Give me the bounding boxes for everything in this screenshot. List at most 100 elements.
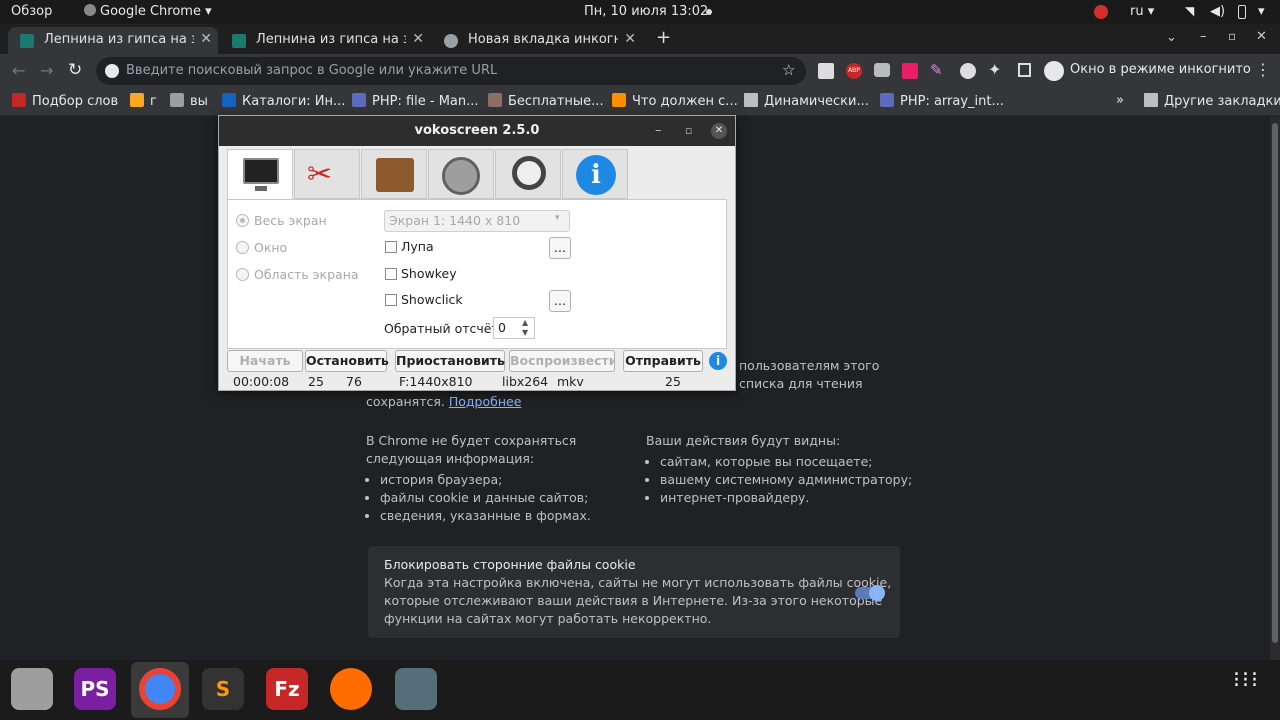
back-icon[interactable]: ← [12,61,25,80]
maximize-button[interactable]: ▫ [1228,29,1236,43]
bookmark-folder[interactable]: Динамически... [744,93,869,109]
learn-more-link[interactable]: Подробнее [449,394,522,409]
cookie-card: Блокировать сторонние файлы cookie Когда… [368,546,900,638]
area-radio[interactable] [236,268,249,281]
power-menu-icon[interactable]: ▾ [1258,4,1265,19]
cookie-description: Когда эта настройка включена, сайты не м… [384,574,891,628]
extension-circle-icon[interactable] [960,63,976,79]
bookmark-favicon-icon [130,93,144,107]
tab-settings[interactable] [428,149,494,199]
other-bookmarks-folder[interactable]: Другие закладки [1144,93,1280,109]
showclick-settings-button[interactable]: ... [549,290,571,312]
keyboard-layout[interactable]: ru ▾ [1130,4,1154,19]
fullscreen-radio[interactable] [236,214,249,227]
volume-icon[interactable]: ◀) [1210,4,1225,19]
pause-button[interactable]: Приостановить [395,350,505,372]
pen-icon[interactable]: ✎ [930,61,943,79]
bookmark-favicon-icon [222,93,236,107]
forward-icon[interactable]: → [40,61,53,80]
tab-2[interactable]: Лепнина из гипса на заказ ✕ [220,27,430,54]
extensions-puzzle-icon[interactable]: ✦ [988,60,1001,79]
show-applications-icon[interactable]: ⁝⁝⁝ [1233,670,1261,704]
play-button[interactable]: Воспроизвести [509,350,615,372]
screen-select[interactable]: Экран 1: 1440 x 810 ▾ [384,210,570,232]
bookmark-favicon-icon [488,93,502,107]
status-container: mkv [557,374,584,389]
adblock-icon[interactable]: ABP [846,63,862,79]
list-item: файлы cookie и данные сайтов; [380,489,626,507]
color-extension-icon[interactable] [902,63,918,79]
start-button[interactable]: Начать [227,350,303,372]
omnibox[interactable]: Введите поисковый запрос в Google или ук… [96,57,806,85]
tab-about[interactable]: i [562,149,628,199]
monitor-stand-icon [255,186,267,191]
menu-icon[interactable]: ⋮ [1255,60,1271,79]
bookmark-item[interactable]: г [130,93,157,109]
camera-icon[interactable] [874,63,890,77]
tab-1[interactable]: Лепнина из гипса на заказ ✕ [8,27,218,54]
window-titlebar[interactable]: vokoscreen 2.5.0 – ▫ ✕ [219,116,735,146]
tab-audio[interactable]: ✂ [294,149,360,199]
cookie-toggle[interactable] [855,585,885,601]
scrollbar-thumb[interactable] [1272,123,1278,643]
close-icon[interactable]: ✕ [412,31,424,47]
record-indicator-icon[interactable] [1094,5,1108,19]
bookmarks-overflow-icon[interactable]: » [1116,93,1124,108]
bookmark-item[interactable]: Что должен с... [612,93,738,109]
bookmark-item[interactable]: Каталоги: Ин... [222,93,345,109]
incognito-label[interactable]: Окно в режиме инкогнито [1070,62,1251,77]
send-button[interactable]: Отправить [623,350,703,372]
bookmark-item[interactable]: Подбор слов [12,93,118,109]
minimize-button[interactable]: – [655,116,662,146]
bookmark-star-icon[interactable]: ☆ [782,61,795,79]
close-icon[interactable]: ✕ [624,31,636,47]
info-icon[interactable]: i [709,352,727,370]
page-scrollbar[interactable] [1270,117,1280,660]
new-tab-button[interactable]: + [656,27,671,48]
magnifier-settings-button[interactable]: ... [549,237,571,259]
bookmark-item[interactable]: вы [170,93,208,109]
reload-icon[interactable]: ↻ [68,60,82,80]
close-window-button[interactable]: ✕ [1256,29,1267,44]
window-radio[interactable] [236,241,249,254]
showclick-checkbox[interactable] [385,294,397,306]
filezilla-icon[interactable]: Fz [266,668,308,710]
extension-image-icon[interactable] [818,63,834,79]
bookmark-item[interactable]: PHP: file - Man... [352,93,479,109]
sublime-text-icon[interactable]: S [202,668,244,710]
close-button[interactable]: ✕ [711,123,727,139]
tab-webcam[interactable] [495,149,561,199]
bookmark-item[interactable]: PHP: array_int... [880,93,1004,109]
screen-select-value: Экран 1: 1440 x 810 [389,213,521,228]
showkey-checkbox[interactable] [385,268,397,280]
side-panel-icon[interactable] [1018,63,1031,77]
bookmark-item[interactable]: Бесплатные... [488,93,604,109]
stop-button[interactable]: Остановить [305,350,389,372]
incognito-avatar-icon[interactable] [1044,61,1064,81]
close-icon[interactable]: ✕ [200,31,212,47]
wifi-icon[interactable]: ◥ [1185,4,1194,18]
vokoscreen-icon[interactable] [395,668,437,710]
tab-video[interactable] [361,149,427,199]
not-saved-list: история браузера; файлы cookie и данные … [366,471,626,525]
spin-down-icon[interactable]: ▼ [522,328,528,337]
app-menu[interactable]: Google Chrome ▾ [84,4,212,19]
chrome-icon[interactable] [139,668,181,710]
battery-icon[interactable] [1238,5,1246,19]
omnibox-placeholder: Введите поисковый запрос в Google или ук… [126,63,498,78]
tab-3[interactable]: Новая вкладка инкогнито ✕ [432,27,642,54]
files-icon[interactable] [11,668,53,710]
minimize-button[interactable]: – [1200,29,1207,44]
firefox-icon[interactable] [330,668,372,710]
tab-search-icon[interactable]: ⌄ [1166,30,1177,45]
status-fps: 25 [308,374,324,389]
clock[interactable]: Пн, 10 июля 13:02 [584,4,708,19]
notification-dot [706,9,712,15]
tab-screen[interactable] [227,149,293,201]
phpstorm-icon[interactable]: PS [74,668,116,710]
activities-button[interactable]: Обзор [11,4,52,19]
countdown-spinbox[interactable]: 0 ▲ ▼ [493,317,535,339]
magnifier-checkbox[interactable] [385,241,397,253]
maximize-button[interactable]: ▫ [685,116,692,146]
spin-up-icon[interactable]: ▲ [522,318,528,327]
